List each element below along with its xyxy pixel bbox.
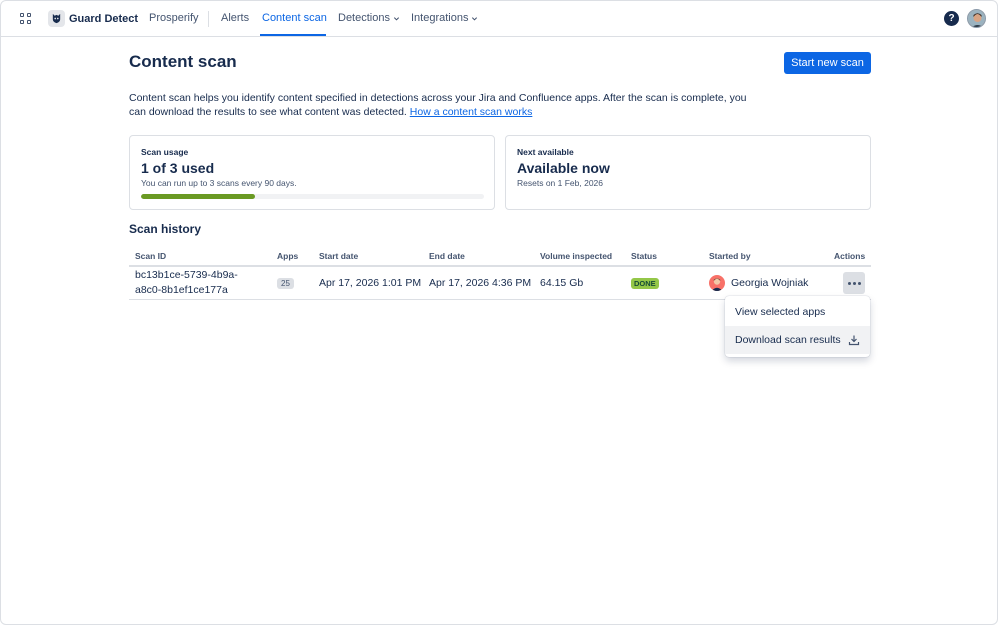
column-header: Started by	[709, 251, 751, 261]
scan-usage-progress-bar	[141, 194, 484, 199]
start-new-scan-button[interactable]: Start new scan	[784, 52, 871, 74]
menu-item-view-selected-apps[interactable]: View selected apps	[725, 298, 870, 326]
header-divider	[129, 265, 871, 267]
menu-item-label: View selected apps	[735, 306, 826, 318]
menu-item-label: Download scan results	[735, 334, 841, 346]
nav-detections-label: Detections	[338, 12, 390, 24]
nav-content-scan[interactable]: Content scan	[262, 12, 327, 24]
avatar	[709, 275, 725, 291]
column-header: End date	[429, 251, 465, 261]
status-badge: DONE	[631, 278, 659, 289]
chevron-down-icon	[472, 16, 478, 21]
card-subtext: You can run up to 3 scans every 90 days.	[141, 178, 297, 188]
next-available-card: Next available Available now Resets on 1…	[505, 135, 871, 210]
app-switcher-icon[interactable]	[20, 13, 32, 25]
nav-alerts-label: Alerts	[221, 12, 250, 24]
how-content-scan-works-link[interactable]: How a content scan works	[410, 106, 533, 118]
card-value: 1 of 3 used	[141, 160, 215, 176]
column-header: Scan ID	[135, 251, 167, 261]
site-name[interactable]: Prosperify	[149, 12, 199, 24]
chevron-down-icon	[393, 16, 400, 21]
volume-cell: 64.15 Gb	[540, 277, 584, 289]
active-tab-indicator	[260, 34, 326, 36]
top-navigation: Guard Detect Prosperify Alerts Content s…	[1, 1, 997, 37]
nav-alerts[interactable]: Alerts	[221, 12, 249, 24]
apps-count-badge: 25	[277, 278, 294, 289]
download-icon	[848, 335, 860, 346]
scan-id-line-2: a8c0-8b1ef1ce177a	[135, 284, 228, 296]
product-brand[interactable]: Guard Detect	[48, 10, 138, 27]
column-header: Actions	[834, 251, 866, 261]
user-avatar[interactable]	[967, 9, 986, 28]
started-by-cell: Georgia Wojniak	[731, 277, 809, 289]
card-subtext: Resets on 1 Feb, 2026	[517, 178, 604, 188]
section-title: Scan history	[129, 222, 202, 236]
column-header: Start date	[319, 251, 359, 261]
card-value: Available now	[517, 160, 610, 176]
nav-integrations[interactable]: Integrations	[411, 12, 478, 24]
start-date-cell: Apr 17, 2026 1:01 PM	[319, 277, 422, 289]
nav-integrations-label: Integrations	[411, 12, 469, 24]
end-date-cell: Apr 17, 2026 4:36 PM	[429, 277, 532, 289]
guard-detect-logo-icon	[48, 10, 65, 27]
column-header: Status	[631, 251, 657, 261]
progress-fill	[141, 194, 256, 199]
more-actions-button[interactable]	[843, 272, 865, 294]
app-window: Guard Detect Prosperify Alerts Content s…	[0, 0, 998, 625]
page-description: Content scan helps you identify content …	[129, 91, 749, 119]
card-label: Next available	[517, 147, 574, 157]
nav-divider	[208, 11, 209, 27]
help-icon[interactable]: ?	[944, 11, 959, 26]
menu-item-download-scan-results[interactable]: Download scan results	[725, 326, 870, 354]
card-label: Scan usage	[141, 147, 189, 157]
product-name: Guard Detect	[69, 12, 139, 25]
actions-dropdown-menu: View selected apps Download scan results	[725, 296, 870, 357]
page-title: Content scan	[129, 52, 237, 71]
nav-content-scan-label: Content scan	[262, 12, 327, 24]
scan-usage-card: Scan usage 1 of 3 used You can run up to…	[129, 135, 495, 210]
nav-detections[interactable]: Detections	[338, 12, 400, 24]
column-header: Apps	[277, 251, 299, 261]
scan-id-line-1: bc13b1ce-5739-4b9a-	[135, 269, 238, 281]
column-header: Volume inspected	[540, 251, 613, 261]
